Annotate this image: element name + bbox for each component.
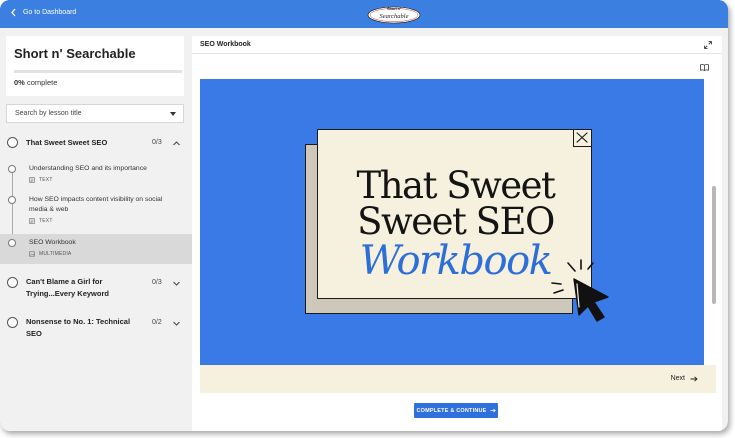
arrow-right-icon (690, 375, 698, 382)
section-status-circle-icon (7, 277, 18, 288)
chevron-left-icon (11, 8, 16, 17)
course-card: Short n' Searchable 0% complete (6, 36, 184, 96)
hero-line-1: That Sweet (356, 164, 556, 207)
lesson-title: Understanding SEO and its importance (29, 165, 147, 172)
section-count: 0/3 (152, 279, 162, 286)
lesson-status-circle-icon (8, 239, 16, 247)
lesson-type-label: MULTIMEDIA (39, 251, 72, 257)
svg-text:Searchable: Searchable (380, 13, 409, 20)
lesson-item[interactable]: Understanding SEO and its importance TEX… (0, 164, 192, 190)
expand-icon[interactable] (704, 41, 712, 49)
lesson-header: SEO Workbook (192, 36, 722, 54)
section-count: 0/3 (152, 139, 162, 146)
lesson-type: MULTIMEDIA (29, 251, 71, 257)
book-icon[interactable] (700, 64, 709, 71)
chevron-down-icon (173, 281, 180, 286)
back-label: Go to Dashboard (23, 9, 77, 16)
progress-text: 0% complete (14, 78, 57, 87)
lesson-item-active[interactable]: SEO Workbook MULTIMEDIA (0, 238, 192, 264)
progress-suffix: complete (26, 78, 58, 87)
lesson-status-circle-icon (8, 165, 16, 173)
mouse-cursor-icon (551, 259, 609, 322)
caret-down-icon (170, 112, 176, 116)
next-lesson-link[interactable]: Next (671, 375, 698, 382)
top-bar: Go to Dashboard Short n' Searchable (0, 0, 728, 28)
close-icon (573, 129, 592, 147)
chevron-up-icon (173, 141, 180, 146)
arrow-right-icon (489, 408, 496, 413)
content-area: Short n' Searchable 0% complete Search b… (0, 28, 728, 431)
complete-button-label: COMPLETE & CONTINUE (416, 407, 487, 414)
document-icon (29, 177, 35, 183)
section-title: Can't Blame a Girl for Trying...Every Ke… (26, 277, 109, 298)
course-sidebar: Short n' Searchable 0% complete Search b… (0, 28, 192, 431)
lesson-type: TEXT (29, 177, 53, 183)
chevron-down-icon (173, 321, 180, 326)
multimedia-stage: That Sweet Sweet SEO Workbook (200, 79, 704, 365)
lesson-item[interactable]: How SEO impacts content visibility on so… (0, 195, 192, 231)
progress-bar (14, 70, 182, 73)
lesson-type-label: TEXT (39, 177, 53, 183)
section-title: That Sweet Sweet SEO (26, 138, 108, 147)
hero-line-2: Sweet SEO (357, 200, 555, 243)
progress-percent: 0% (14, 78, 25, 87)
section-header-2[interactable]: Can't Blame a Girl for Trying...Every Ke… (0, 274, 192, 304)
section-header-3[interactable]: Nonsense to No. 1: Technical SEO 0/2 (0, 314, 192, 344)
lesson-status-circle-icon (8, 196, 16, 204)
svg-text:Short n': Short n' (387, 7, 401, 11)
section-status-circle-icon (7, 137, 18, 148)
back-to-dashboard-link[interactable]: Go to Dashboard (10, 8, 76, 17)
lesson-title: SEO Workbook (29, 239, 76, 246)
lesson-type: TEXT (29, 218, 53, 224)
section-count: 0/2 (152, 319, 162, 326)
app-window: Go to Dashboard Short n' Searchable Shor… (0, 0, 728, 431)
next-label: Next (670, 375, 685, 382)
lesson-title: How SEO impacts content visibility on so… (29, 196, 163, 213)
lesson-nav-strip: Next (200, 365, 716, 393)
document-icon (29, 218, 35, 224)
section-status-circle-icon (7, 317, 18, 328)
section-header-1[interactable]: That Sweet Sweet SEO 0/3 (0, 134, 192, 156)
lesson-title-heading: SEO Workbook (200, 41, 251, 48)
lesson-search-select[interactable]: Search by lesson title (6, 104, 184, 123)
complete-continue-button[interactable]: COMPLETE & CONTINUE (414, 403, 498, 418)
course-title: Short n' Searchable (14, 46, 136, 61)
content-scrollbar[interactable] (712, 186, 716, 304)
section-title: Nonsense to No. 1: Technical SEO (26, 317, 131, 338)
multimedia-icon (29, 251, 35, 257)
search-placeholder: Search by lesson title (15, 110, 82, 117)
brand-logo: Short n' Searchable (367, 6, 421, 24)
lesson-panel: SEO Workbook That Sweet Sweet SEO Workbo… (192, 36, 722, 431)
lesson-type-label: TEXT (39, 218, 53, 224)
